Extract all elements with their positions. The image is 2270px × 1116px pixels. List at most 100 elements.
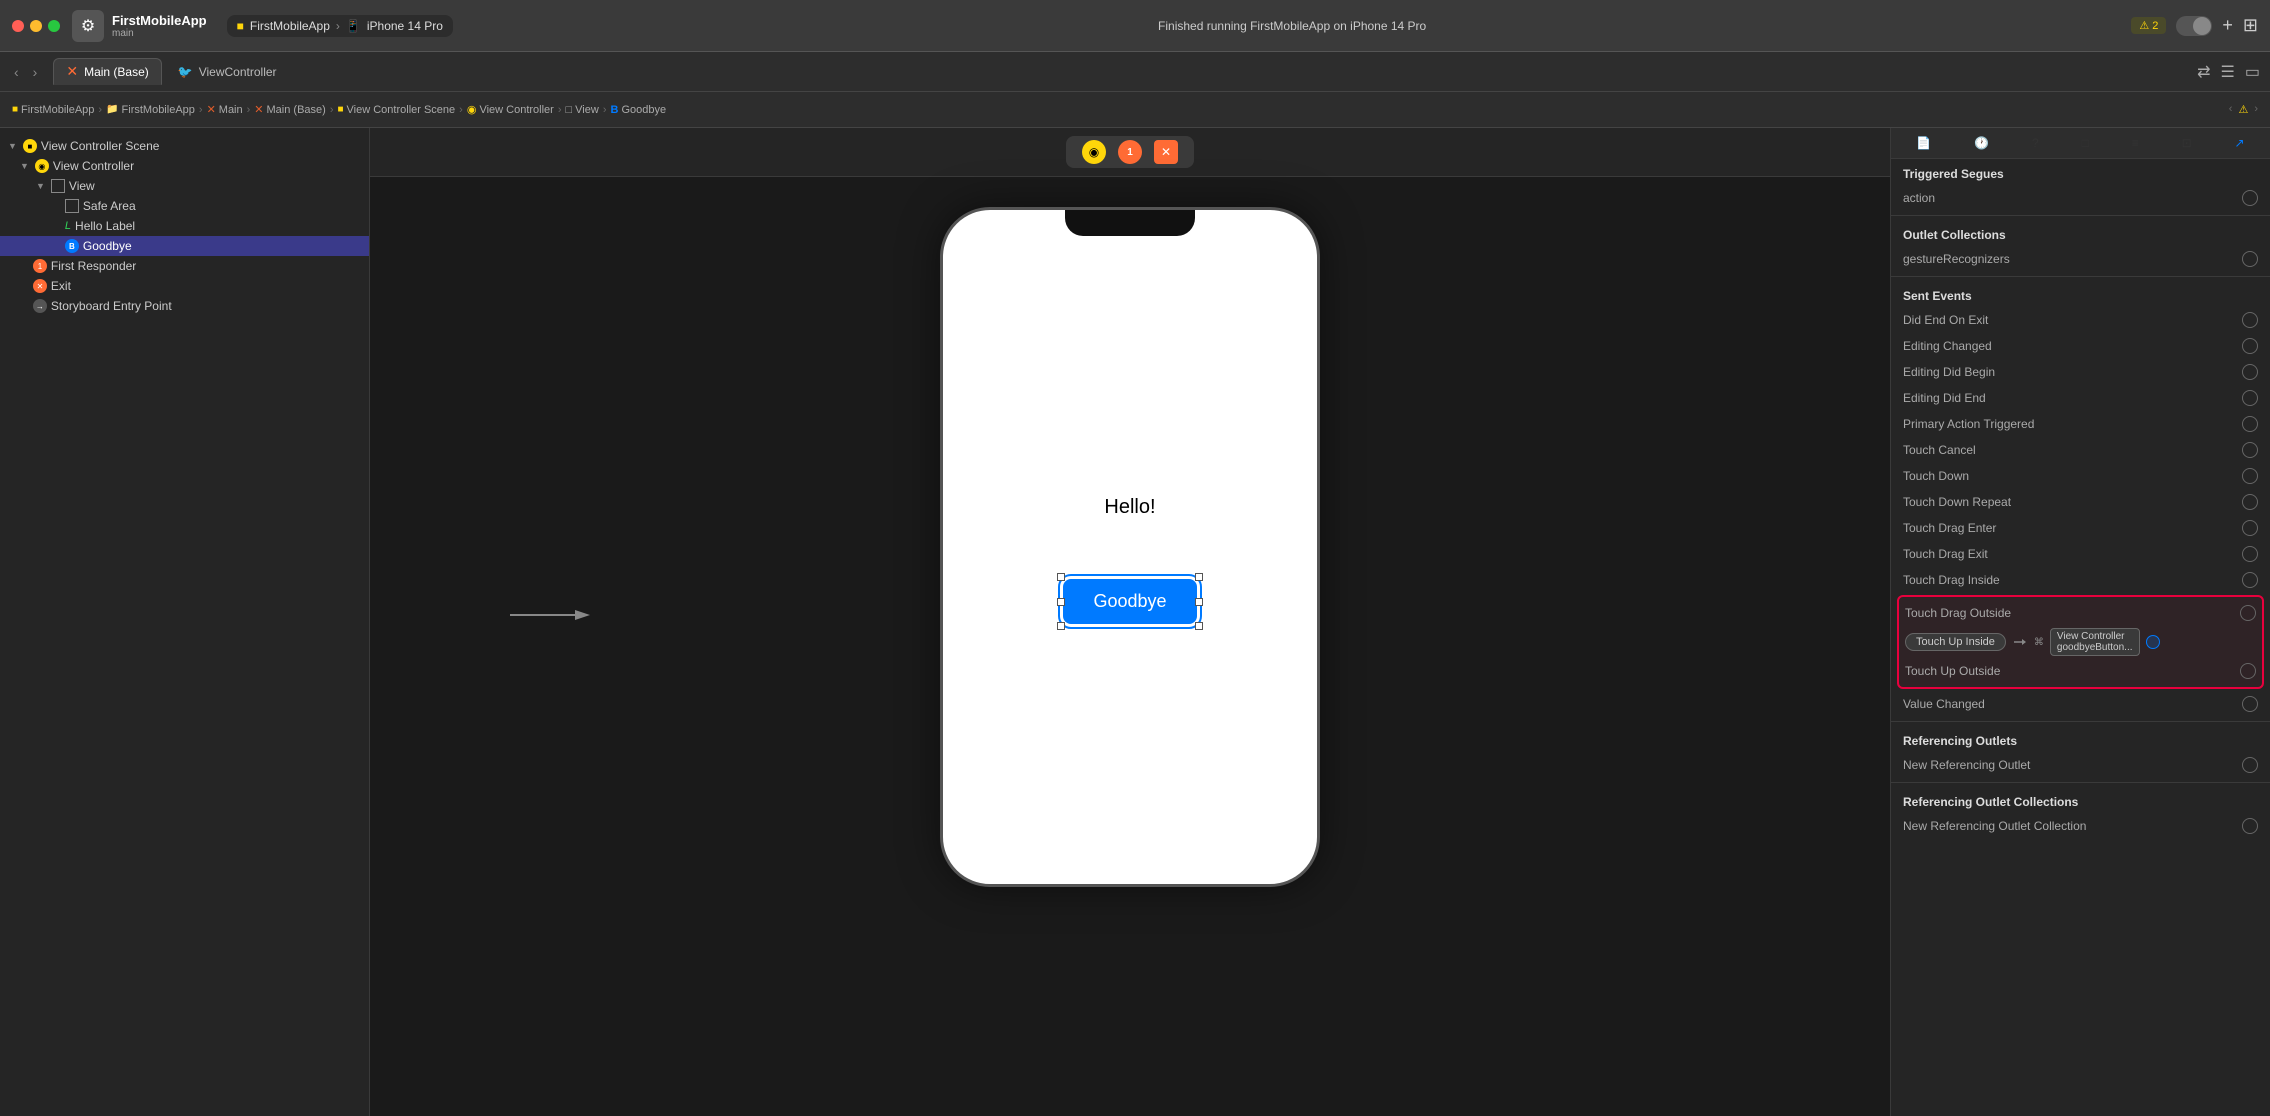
toggle-switch[interactable] [2176,16,2212,36]
row-touch-down-repeat: Touch Down Repeat [1891,489,2270,515]
sidebar-toggle-icon[interactable]: ⊞ [2243,15,2258,36]
tree-exit-label: Exit [51,279,71,293]
breadcrumb-sep-3: › [247,104,251,116]
value-changed-radio[interactable] [2242,696,2258,712]
breadcrumb-firstmobileapp1[interactable]: ■ FirstMobileApp [12,104,94,116]
row-touch-drag-outside: Touch Drag Outside [1905,601,2256,625]
breadcrumb-text-3: Main [219,104,243,116]
new-referencing-outlet-radio[interactable] [2242,757,2258,773]
breadcrumb-icon-app: ■ [12,104,18,115]
vcscene-icon: ■ [23,139,37,153]
breadcrumb-icon-goodbye: B [611,104,619,116]
layout-icon[interactable]: ▭ [2245,62,2260,82]
touch-down-radio[interactable] [2242,468,2258,484]
row-touch-down: Touch Down [1891,463,2270,489]
phone-notch [1065,210,1195,236]
breadcrumb-goodbye[interactable]: B Goodbye [611,104,667,116]
maximize-button[interactable] [48,20,60,32]
action-radio[interactable] [2242,190,2258,206]
tree-item-vcscene[interactable]: ▼ ■ View Controller Scene [0,136,369,156]
breadcrumb-forward-icon[interactable]: › [2254,103,2258,116]
title-bar-scheme[interactable]: ■ FirstMobileApp › 📱 iPhone 14 Pro [227,15,453,37]
editing-changed-label: Editing Changed [1903,339,1992,353]
referencing-outlets-label: Referencing Outlets [1903,734,2017,748]
vc-icon: ◉ [35,159,49,173]
warning-count: ⚠ 2 [2139,19,2158,32]
breadcrumb-text-6: View [575,104,599,116]
canvas-area: ◉ 1 ✕ Hello! [370,128,1890,1116]
connection-filled-radio[interactable] [2146,635,2160,649]
touch-drag-enter-radio[interactable] [2242,520,2258,536]
touch-cancel-radio[interactable] [2242,442,2258,458]
touch-drag-inside-radio[interactable] [2242,572,2258,588]
touch-up-outside-radio[interactable] [2240,663,2256,679]
minimize-button[interactable] [30,20,42,32]
tab-main-base[interactable]: ✕ Main (Base) [53,58,161,85]
breadcrumb-icon-vcscene: ■ [337,104,343,115]
breadcrumb-view[interactable]: □ View [566,104,599,116]
gesture-recognizers-radio[interactable] [2242,251,2258,267]
cmd-symbol: ⌘ [2034,637,2044,648]
new-referencing-outlet-collection-label: New Referencing Outlet Collection [1903,819,2086,833]
breadcrumb-sep-2: › [199,104,203,116]
editing-did-begin-radio[interactable] [2242,364,2258,380]
close-button[interactable] [12,20,24,32]
breadcrumb-vc[interactable]: ◉ View Controller [467,103,554,116]
inspector-help-icon[interactable]: ? [2032,136,2039,150]
tree-item-view[interactable]: ▼ View [0,176,369,196]
new-referencing-outlet-collection-radio[interactable] [2242,818,2258,834]
canvas-icon-orange-sq[interactable]: ✕ [1154,140,1178,164]
tab-bar: ‹ › ✕ Main (Base) 🐦 ViewController ⇄ ☰ ▭ [0,52,2270,92]
tree-item-hello-label[interactable]: ▶ L Hello Label [0,216,369,236]
tree-item-exit[interactable]: ▶ ✕ Exit [0,276,369,296]
breadcrumb-vcscene[interactable]: ■ View Controller Scene [337,104,455,116]
breadcrumb-warning-icon[interactable]: ⚠ [2238,103,2248,116]
tree-vc-label: View Controller [53,159,134,173]
tree-item-storyboard-entry[interactable]: ▶ → Storyboard Entry Point [0,296,369,316]
editing-did-end-radio[interactable] [2242,390,2258,406]
inspector-clock-icon[interactable]: 🕐 [1974,136,1989,150]
selection-handle-tr [1195,573,1203,581]
breadcrumb-main[interactable]: ✕ Main [207,103,243,116]
touch-drag-outside-radio[interactable] [2240,605,2256,621]
primary-action-radio[interactable] [2242,416,2258,432]
tree-item-first-responder[interactable]: ▶ 1 First Responder [0,256,369,276]
tab-viewcontroller[interactable]: 🐦 ViewController [166,61,289,83]
window-controls [12,20,60,32]
canvas-icon-orange-1[interactable]: 1 [1118,140,1142,164]
inspector-attr-icon[interactable]: ≡ [2132,136,2139,150]
row-action: action [1891,185,2270,211]
selection-handle-ml [1057,598,1065,606]
selection-handle-tl [1057,573,1065,581]
did-end-radio[interactable] [2242,312,2258,328]
primary-action-label: Primary Action Triggered [1903,417,2034,431]
tree-item-goodbye[interactable]: ▶ B Goodbye [0,236,369,256]
tree-item-vc[interactable]: ▼ ◉ View Controller [0,156,369,176]
touch-drag-exit-radio[interactable] [2242,546,2258,562]
warning-badge[interactable]: ⚠ 2 [2131,17,2166,34]
touch-drag-exit-label: Touch Drag Exit [1903,547,1988,561]
goodbye-button[interactable]: Goodbye [1063,579,1196,624]
tab-main-base-label: Main (Base) [84,65,149,79]
inspector-id-icon[interactable]: □ [2082,136,2089,150]
nav-back-button[interactable]: ‹ [10,62,23,82]
breadcrumb-mainbase[interactable]: ✕ Main (Base) [254,103,326,116]
add-button[interactable]: + [2222,15,2233,36]
breadcrumb-back-icon[interactable]: ‹ [2229,103,2233,116]
row-touch-cancel: Touch Cancel [1891,437,2270,463]
touch-down-repeat-radio[interactable] [2242,494,2258,510]
inspector-size-icon[interactable]: ⊡ [2182,136,2192,150]
breadcrumb-firstmobileapp2[interactable]: 📁 FirstMobileApp [106,104,195,116]
view-chevron-icon: ▼ [36,181,45,191]
touch-drag-enter-label: Touch Drag Enter [1903,521,1996,535]
editing-changed-radio[interactable] [2242,338,2258,354]
inspector-file-icon[interactable]: 📄 [1916,136,1931,150]
tab-bar-right-actions: ⇄ ☰ ▭ [2197,62,2260,82]
git-icon[interactable]: ⇄ [2197,62,2210,82]
nav-forward-button[interactable]: › [29,62,42,82]
inspector-connections-icon[interactable]: ↗ [2235,136,2245,150]
canvas-icon-yellow[interactable]: ◉ [1082,140,1106,164]
tree-item-safearea[interactable]: ▶ Safe Area [0,196,369,216]
grid-icon[interactable]: ☰ [2221,62,2235,82]
breadcrumb-icon-mainbase: ✕ [254,103,263,116]
